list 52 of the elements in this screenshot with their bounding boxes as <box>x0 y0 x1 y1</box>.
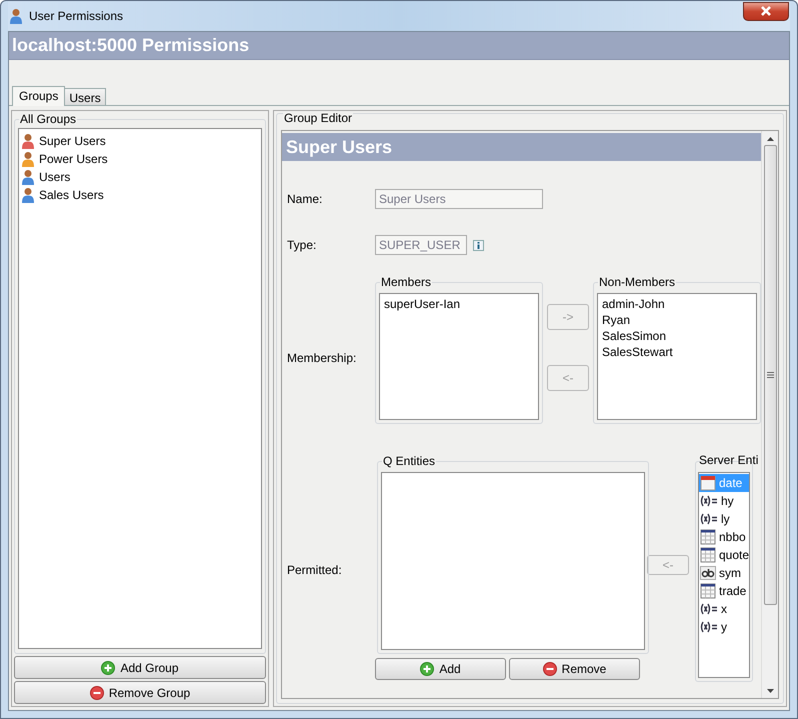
user-item[interactable]: SalesStewart <box>600 344 754 360</box>
user-item[interactable]: SalesSimon <box>600 328 754 344</box>
close-icon <box>760 6 772 16</box>
group-title: All Groups <box>19 112 78 126</box>
remove-button[interactable]: Remove Group <box>14 681 266 704</box>
group-item[interactable]: Users <box>39 170 70 184</box>
plus-icon <box>420 662 434 676</box>
plus-icon <box>101 660 116 674</box>
entity-item[interactable]: nbbo <box>699 528 749 546</box>
scroll-up-icon <box>766 137 774 141</box>
group-heading: Super Users <box>282 133 761 161</box>
entity-item[interactable]: hy <box>699 492 749 510</box>
close-button[interactable] <box>743 2 789 20</box>
formula-icon <box>700 621 718 633</box>
field-label: Membership: <box>286 351 358 365</box>
group-title: Q Entities <box>382 454 436 468</box>
tab[interactable]: Users <box>64 88 106 105</box>
entity-item[interactable]: y <box>699 618 749 636</box>
formula-icon <box>700 513 718 525</box>
group-title: Server Enti <box>698 453 760 467</box>
formula-icon <box>700 495 718 507</box>
minus-icon <box>542 662 557 676</box>
user-item[interactable]: Ryan <box>600 312 754 328</box>
field-label: Name: <box>286 192 324 206</box>
entity-item[interactable]: x <box>699 600 749 618</box>
formula-icon <box>700 603 718 615</box>
scroll-down-icon <box>766 689 774 693</box>
group-item[interactable]: Power Users <box>39 152 108 166</box>
add-button[interactable]: Add Group <box>14 656 266 679</box>
group-title: Members <box>380 275 432 289</box>
group-item[interactable]: Sales Users <box>39 188 104 202</box>
grip-icon <box>766 372 774 378</box>
info-icon <box>473 240 484 250</box>
add-button[interactable]: Add <box>375 658 506 680</box>
field-label: Type: <box>286 238 318 252</box>
group-title: Group Editor <box>283 111 354 125</box>
entity-item[interactable]: quote <box>699 546 749 564</box>
minus-icon <box>90 686 104 700</box>
tab[interactable]: Groups <box>12 86 66 106</box>
window-title: User Permissions <box>29 9 124 23</box>
user-item[interactable]: superUser-Ian <box>382 296 536 312</box>
text-type-icon <box>700 566 716 580</box>
field-label: Permitted: <box>286 563 343 577</box>
entity-item[interactable]: ly <box>699 510 749 528</box>
entity-item[interactable]: trade <box>699 582 749 600</box>
group-title: Non-Members <box>598 275 676 289</box>
user-item[interactable]: admin-John <box>600 296 754 312</box>
group-item[interactable]: Super Users <box>39 134 106 148</box>
page-title: localhost:5000 Permissions <box>9 32 789 60</box>
app-icon <box>9 8 23 24</box>
remove-button[interactable]: Remove <box>509 658 640 680</box>
entity-item[interactable]: sym <box>699 564 749 582</box>
